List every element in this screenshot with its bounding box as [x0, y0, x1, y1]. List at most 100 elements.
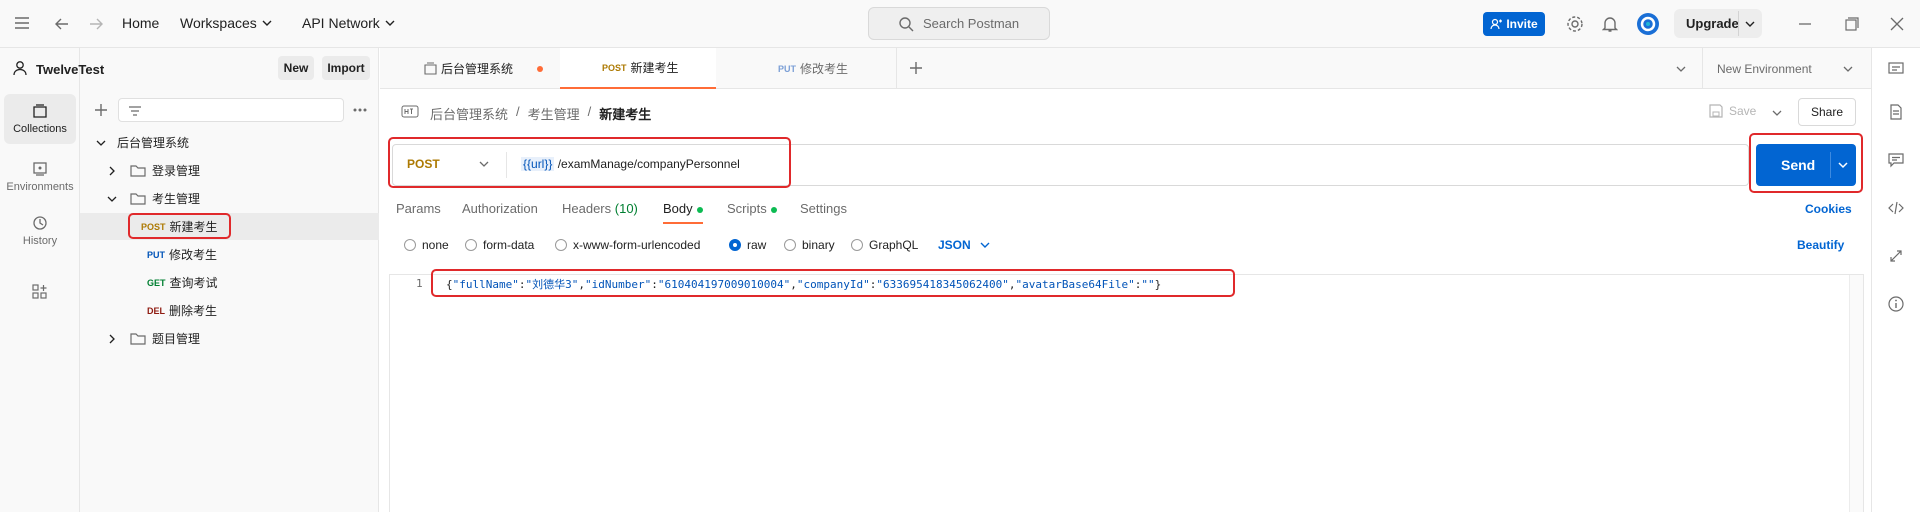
- format-select[interactable]: JSON: [938, 238, 991, 252]
- tab-authorization[interactable]: Authorization: [462, 201, 538, 216]
- save-icon: [1709, 104, 1723, 118]
- tab-headers[interactable]: Headers (10): [562, 201, 638, 216]
- share-button[interactable]: Share: [1798, 98, 1856, 126]
- save-button[interactable]: Save: [1709, 104, 1756, 118]
- format-label: JSON: [938, 238, 971, 252]
- gear-icon[interactable]: [1566, 15, 1584, 33]
- folder-name: 登录管理: [152, 164, 201, 178]
- tree-collection[interactable]: 后台管理系统: [80, 129, 379, 156]
- tab-label: Scripts: [727, 201, 767, 216]
- radio-label: raw: [747, 238, 767, 252]
- breadcrumb: 后台管理系统 / 考生管理 / 新建考生: [430, 104, 651, 123]
- add-icon[interactable]: [94, 103, 108, 117]
- tab-edit-candidate[interactable]: PUT 修改考生: [716, 48, 896, 89]
- upgrade-button[interactable]: Upgrade: [1674, 9, 1762, 38]
- tab-collection[interactable]: 后台管理系统: [380, 48, 560, 89]
- http-icon: [401, 104, 419, 120]
- tab-label: Headers: [562, 201, 612, 216]
- radio-graphql[interactable]: GraphQL: [851, 238, 918, 252]
- chevron-down-icon: [980, 242, 990, 248]
- radio-none[interactable]: none: [404, 238, 449, 252]
- method-badge: DEL: [147, 305, 165, 316]
- radio-binary[interactable]: binary: [784, 238, 835, 252]
- request-name: 修改考生: [169, 248, 218, 262]
- method-badge: PUT: [147, 249, 165, 260]
- breadcrumb-folder[interactable]: 考生管理: [528, 104, 580, 123]
- tree-folder[interactable]: 考生管理: [80, 185, 379, 212]
- tab-new-candidate[interactable]: POST 新建考生: [560, 48, 716, 89]
- environment-quicklook-icon[interactable]: [1888, 60, 1904, 76]
- invite-button[interactable]: Invite: [1483, 12, 1545, 36]
- search-input[interactable]: Search Postman: [868, 7, 1050, 40]
- chevron-down-icon[interactable]: [1744, 18, 1756, 30]
- code-editor[interactable]: [389, 274, 1864, 512]
- status-dot: [770, 206, 777, 213]
- status-dot: [696, 206, 703, 213]
- rail-environments[interactable]: Environments: [4, 152, 76, 202]
- radio-raw[interactable]: raw: [729, 238, 766, 252]
- chevron-down-icon: [262, 20, 272, 26]
- more-icon[interactable]: [353, 108, 367, 112]
- add-tab-icon[interactable]: [909, 61, 923, 75]
- api-network-menu[interactable]: API Network: [302, 15, 396, 31]
- highlight-box: [431, 269, 1235, 297]
- chevron-down-icon: [385, 20, 395, 26]
- tab-settings[interactable]: Settings: [800, 201, 847, 216]
- folder-name: 题目管理: [152, 332, 201, 346]
- search-placeholder: Search Postman: [923, 16, 1020, 31]
- minimize-icon[interactable]: [1798, 22, 1812, 26]
- search-icon: [899, 17, 914, 32]
- info-icon[interactable]: [1888, 296, 1904, 312]
- rail-history[interactable]: History: [4, 206, 76, 256]
- highlight-box: [128, 213, 231, 239]
- tree-request[interactable]: GET 查询考试: [80, 269, 379, 296]
- avatar[interactable]: [1636, 12, 1660, 36]
- bell-icon[interactable]: [1602, 15, 1618, 33]
- chevron-down-icon: [107, 196, 117, 202]
- tree-request[interactable]: PUT 修改考生: [80, 241, 379, 268]
- chevron-down-icon[interactable]: [1842, 63, 1854, 75]
- home-label: Home: [122, 15, 160, 31]
- tree-folder[interactable]: 登录管理: [80, 157, 379, 184]
- editor-scrollbar[interactable]: [1849, 275, 1863, 512]
- tab-body[interactable]: Body: [663, 201, 703, 216]
- import-button[interactable]: Import: [322, 56, 370, 80]
- radio-form-data[interactable]: form-data: [465, 238, 534, 252]
- folder-name: 考生管理: [152, 192, 201, 206]
- collections-icon: [33, 104, 47, 118]
- active-tab-indicator: [663, 222, 703, 224]
- history-icon: [33, 216, 47, 230]
- home-link[interactable]: Home: [122, 15, 159, 31]
- new-button[interactable]: New: [278, 56, 314, 80]
- filter-input[interactable]: [118, 98, 344, 122]
- tabs-dropdown-icon[interactable]: [1675, 63, 1687, 75]
- tree-request[interactable]: DEL 删除考生: [80, 297, 379, 324]
- configure-sidebar-icon[interactable]: [32, 284, 48, 300]
- tab-scripts[interactable]: Scripts: [727, 201, 777, 216]
- comments-icon[interactable]: [1888, 152, 1904, 168]
- radio-urlencoded[interactable]: x-www-form-urlencoded: [555, 238, 700, 252]
- tree-folder[interactable]: 题目管理: [80, 325, 379, 352]
- beautify-link[interactable]: Beautify: [1797, 238, 1844, 252]
- tab-label: Body: [663, 201, 693, 216]
- highlight-box: [1749, 133, 1863, 193]
- collection-name: 后台管理系统: [117, 136, 190, 150]
- rail-label: History: [22, 235, 58, 247]
- environment-select[interactable]: New Environment: [1717, 62, 1812, 76]
- save-dropdown-icon[interactable]: [1771, 107, 1783, 119]
- cookies-link[interactable]: Cookies: [1805, 202, 1852, 216]
- workspaces-menu[interactable]: Workspaces: [180, 15, 273, 31]
- close-icon[interactable]: [1890, 17, 1904, 31]
- breadcrumb-request[interactable]: 新建考生: [599, 104, 651, 123]
- user-icon: [12, 60, 28, 76]
- rail-collections[interactable]: Collections: [4, 94, 76, 144]
- restore-icon[interactable]: [1845, 17, 1859, 31]
- code-icon[interactable]: [1888, 200, 1904, 216]
- forward-icon[interactable]: [88, 16, 104, 32]
- docs-icon[interactable]: [1888, 104, 1904, 120]
- menu-icon[interactable]: [14, 16, 30, 30]
- back-icon[interactable]: [54, 16, 70, 32]
- tab-params[interactable]: Params: [396, 201, 441, 216]
- related-collections-icon[interactable]: [1888, 248, 1904, 264]
- breadcrumb-collection[interactable]: 后台管理系统: [430, 104, 508, 123]
